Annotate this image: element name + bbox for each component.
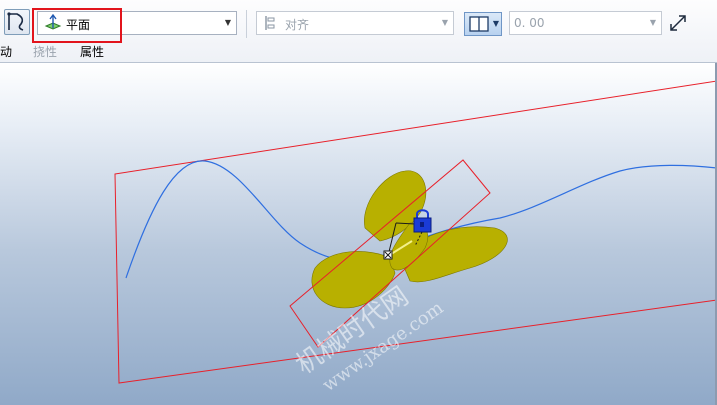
dashboard-ribbon: 平面 ▼ 对齐 ▼ ▼ 0. 00 ▼ 动 挠性 属性 (0, 0, 717, 63)
chevron-down-icon[interactable]: ▼ (645, 12, 661, 34)
plane-dropdown[interactable]: 平面 ▼ (37, 11, 237, 35)
split-view-icon (468, 13, 490, 35)
plane-dropdown-value: 平面 (66, 18, 91, 32)
flip-direction-button[interactable] (668, 13, 688, 33)
toolbar-separator (246, 10, 247, 38)
surface-feature (311, 170, 508, 309)
sketch-curve-icon (7, 12, 24, 31)
chevron-down-icon[interactable]: ▼ (437, 12, 453, 34)
split-view-toggle[interactable]: ▼ (464, 12, 502, 36)
chevron-down-icon[interactable]: ▼ (493, 13, 499, 35)
flip-direction-icon (670, 15, 686, 31)
lock-icon[interactable] (413, 209, 432, 233)
align-icon (262, 14, 278, 35)
tab-properties[interactable]: 属性 (80, 43, 104, 60)
offset-value-field[interactable]: 0. 00 ▼ (509, 11, 662, 35)
offset-value: 0. 00 (514, 16, 545, 30)
sketch-tool-button[interactable] (4, 9, 30, 35)
plane-reference-icon (43, 13, 63, 35)
graphics-viewport[interactable]: 机械时代网 www.jxage.com (0, 63, 717, 405)
chevron-down-icon[interactable]: ▼ (220, 12, 236, 34)
tab-flexibility[interactable]: 挠性 (33, 43, 57, 60)
align-dropdown-placeholder: 对齐 (285, 18, 310, 32)
tab-placement[interactable]: 动 (0, 43, 12, 60)
align-dropdown[interactable]: 对齐 ▼ (256, 11, 454, 35)
